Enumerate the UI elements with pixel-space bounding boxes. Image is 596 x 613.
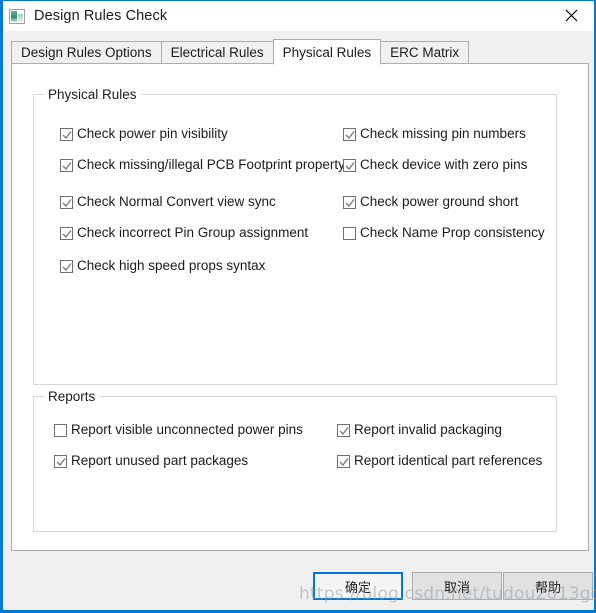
close-icon[interactable] (549, 1, 594, 30)
checkbox-label: Check missing/illegal PCB Footprint prop… (77, 158, 345, 172)
checkbox-check-incorrect-pin-group-assignment[interactable]: Check incorrect Pin Group assignment (60, 226, 308, 240)
checkbox-check-normal-convert-view-sync[interactable]: Check Normal Convert view sync (60, 195, 276, 209)
checkbox-box (60, 259, 73, 273)
checkbox-box (343, 158, 356, 172)
checkbox-report-unused-part-packages[interactable]: Report unused part packages (54, 454, 248, 468)
checkbox-label: Report unused part packages (71, 453, 249, 468)
checkbox-check-name-prop-consistency[interactable]: Check Name Prop consistency (343, 226, 545, 240)
tab-label: Design Rules Options (21, 45, 152, 60)
tab-strip: Design Rules Options Electrical Rules Ph… (11, 39, 588, 65)
checkbox-box (337, 454, 350, 468)
checkbox-label: Check Name Prop consistency (360, 225, 545, 240)
design-rules-check-dialog: Design Rules Check Design Rules Options … (0, 0, 596, 613)
tab-page-physical-rules: Physical Rules Check power pin visibilit… (11, 63, 589, 551)
checkbox-check-missing-pin-numbers[interactable]: Check missing pin numbers (343, 127, 526, 141)
checkbox-report-visible-unconnected-power-pins[interactable]: Report visible unconnected power pins (54, 423, 303, 437)
title-bar: Design Rules Check (3, 1, 594, 31)
checkbox-box (343, 195, 356, 209)
checkbox-box (60, 226, 73, 240)
window-title: Design Rules Check (34, 8, 168, 24)
group-title-reports: Reports (44, 389, 100, 404)
checkbox-label: Report identical part references (354, 453, 543, 468)
tab-erc-matrix[interactable]: ERC Matrix (380, 41, 470, 64)
checkbox-label: Report visible unconnected power pins (71, 422, 303, 437)
checkbox-label: Check power ground short (360, 194, 519, 209)
checkbox-check-power-ground-short[interactable]: Check power ground short (343, 195, 518, 209)
ok-button[interactable]: 确定 (313, 572, 403, 600)
tab-label: ERC Matrix (390, 45, 460, 60)
tab-label: Electrical Rules (170, 45, 264, 60)
checkbox-label: Report invalid packaging (354, 422, 502, 437)
checkbox-label: Check incorrect Pin Group assignment (77, 225, 309, 240)
group-physical-rules: Physical Rules Check power pin visibilit… (33, 87, 557, 385)
checkbox-box (60, 158, 73, 172)
checkbox-box (60, 127, 73, 141)
checkbox-label: Check Normal Convert view sync (77, 194, 276, 209)
checkbox-label: Check device with zero pins (360, 157, 528, 172)
checkbox-check-power-pin-visibility[interactable]: Check power pin visibility (60, 127, 228, 141)
checkbox-box (337, 423, 350, 437)
checkbox-check-high-speed-props-syntax[interactable]: Check high speed props syntax (60, 259, 265, 273)
checkbox-label: Check missing pin numbers (360, 126, 526, 141)
group-reports: Reports Report visible unconnected power… (33, 389, 557, 532)
checkbox-label: Check high speed props syntax (77, 258, 266, 273)
checkbox-box (54, 454, 67, 468)
dialog-button-bar: 确定 取消 帮助 (3, 572, 594, 604)
checkbox-check-device-with-zero-pins[interactable]: Check device with zero pins (343, 158, 527, 172)
tab-electrical-rules[interactable]: Electrical Rules (160, 41, 274, 64)
app-image-icon (9, 8, 25, 24)
checkbox-check-missing-illegal-pcb-footprint-property[interactable]: Check missing/illegal PCB Footprint prop… (60, 158, 345, 172)
checkbox-report-invalid-packaging[interactable]: Report invalid packaging (337, 423, 502, 437)
tab-physical-rules[interactable]: Physical Rules (272, 39, 382, 65)
tab-design-rules-options[interactable]: Design Rules Options (11, 41, 162, 64)
tab-label: Physical Rules (282, 44, 372, 60)
checkbox-label: Check power pin visibility (77, 126, 228, 141)
checkbox-box (343, 127, 356, 141)
help-button[interactable]: 帮助 (503, 572, 593, 600)
cancel-button[interactable]: 取消 (412, 572, 502, 600)
checkbox-box (54, 423, 67, 437)
checkbox-report-identical-part-references[interactable]: Report identical part references (337, 454, 542, 468)
group-title-physical-rules: Physical Rules (44, 87, 141, 102)
checkbox-box (60, 195, 73, 209)
checkbox-box (343, 226, 356, 240)
